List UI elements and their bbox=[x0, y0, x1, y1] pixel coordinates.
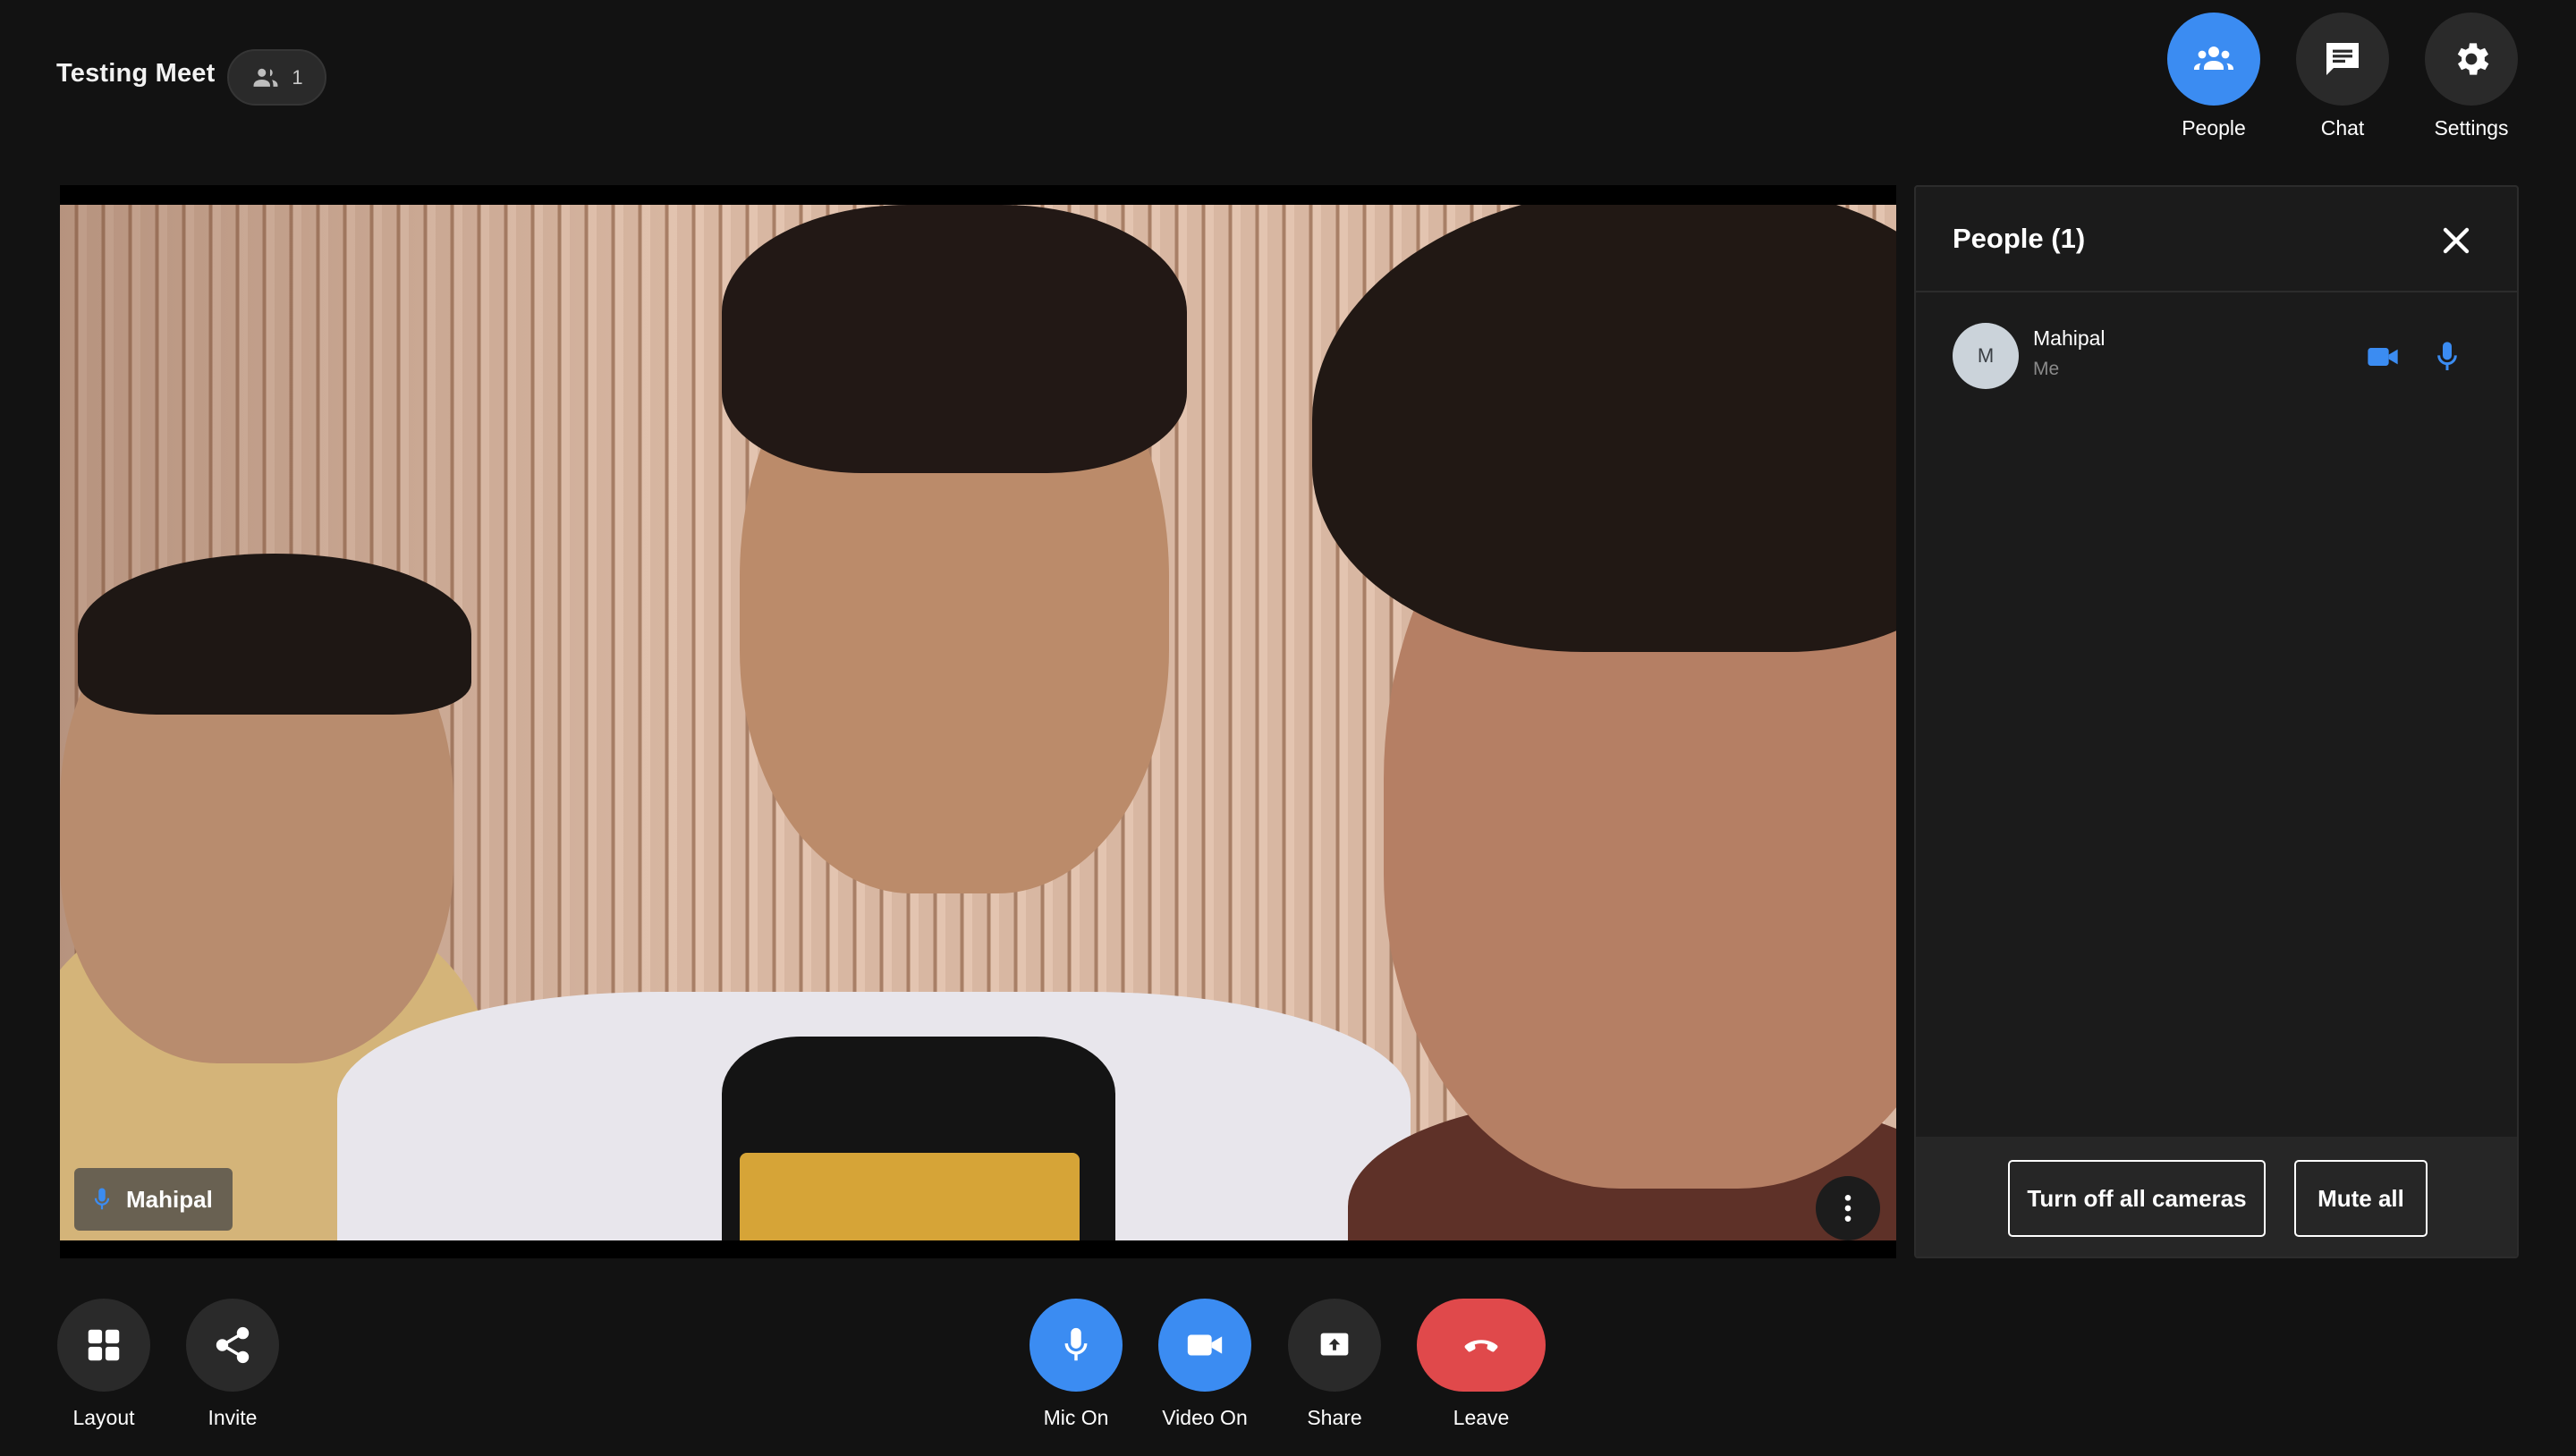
people-panel-header: People (1) bbox=[1916, 187, 2517, 292]
participant-count: 1 bbox=[292, 65, 303, 89]
participant-row: M Mahipal Me bbox=[1916, 312, 2517, 402]
grid-icon bbox=[88, 1329, 120, 1361]
mic-toggle-button[interactable] bbox=[1030, 1299, 1123, 1392]
settings-action[interactable]: Settings bbox=[2422, 13, 2521, 140]
meeting-app: Testing Meet 1 People Chat Settings Mahi… bbox=[0, 0, 2576, 1456]
video-camera-icon[interactable] bbox=[2365, 339, 2401, 375]
share-action[interactable]: Share bbox=[1263, 1299, 1406, 1430]
settings-label: Settings bbox=[2434, 116, 2509, 140]
video-label: Video On bbox=[1162, 1406, 1248, 1429]
leave-label: Leave bbox=[1453, 1406, 1510, 1429]
people-action[interactable]: People bbox=[2165, 13, 2263, 140]
microphone-icon bbox=[94, 1188, 110, 1210]
people-button[interactable] bbox=[2167, 13, 2260, 106]
meeting-title: Testing Meet bbox=[56, 59, 216, 88]
screen-share-icon bbox=[1320, 1333, 1349, 1356]
turn-off-all-cameras-button[interactable]: Turn off all cameras bbox=[2008, 1160, 2266, 1237]
gear-icon bbox=[2457, 43, 2489, 75]
video-more-button[interactable] bbox=[1816, 1176, 1880, 1240]
video-participant-name: Mahipal bbox=[126, 1185, 213, 1213]
leave-button[interactable] bbox=[1417, 1299, 1546, 1392]
people-icon bbox=[253, 68, 278, 87]
microphone-icon bbox=[1064, 1327, 1088, 1361]
video-name-tag: Mahipal bbox=[74, 1168, 233, 1231]
avatar: M bbox=[1953, 323, 2019, 389]
more-vertical-icon bbox=[1844, 1195, 1852, 1222]
people-panel: People (1) M Mahipal Me Turn off all cam… bbox=[1914, 185, 2519, 1258]
share-nodes-icon bbox=[216, 1326, 250, 1364]
close-icon[interactable] bbox=[2435, 219, 2478, 262]
people-panel-footer: Turn off all cameras Mute all bbox=[1916, 1137, 2517, 1257]
share-screen-button[interactable] bbox=[1288, 1299, 1381, 1392]
chat-action[interactable]: Chat bbox=[2293, 13, 2392, 140]
invite-button[interactable] bbox=[186, 1299, 279, 1392]
layout-button[interactable] bbox=[57, 1299, 150, 1392]
layout-label: Layout bbox=[72, 1406, 135, 1429]
people-label: People bbox=[2182, 116, 2246, 140]
chat-bubble-icon bbox=[2326, 43, 2359, 75]
share-label: Share bbox=[1307, 1406, 1362, 1429]
invite-action[interactable]: Invite bbox=[161, 1299, 304, 1430]
participant-video bbox=[60, 205, 1896, 1240]
leave-action[interactable]: Leave bbox=[1410, 1299, 1553, 1430]
invite-label: Invite bbox=[208, 1406, 258, 1429]
mic-label: Mic On bbox=[1043, 1406, 1109, 1429]
video-stage: Mahipal bbox=[60, 185, 1896, 1258]
people-panel-title: People (1) bbox=[1953, 223, 2086, 254]
chat-button[interactable] bbox=[2296, 13, 2389, 106]
participant-count-pill[interactable]: 1 bbox=[227, 49, 326, 106]
participant-subtitle: Me bbox=[2033, 359, 2060, 379]
video-toggle-button[interactable] bbox=[1158, 1299, 1251, 1392]
phone-hangup-icon bbox=[1464, 1340, 1498, 1352]
video-camera-icon bbox=[1187, 1334, 1223, 1356]
settings-button[interactable] bbox=[2425, 13, 2518, 106]
chat-label: Chat bbox=[2320, 116, 2365, 140]
participant-name: Mahipal bbox=[2033, 326, 2106, 350]
microphone-icon[interactable] bbox=[2429, 339, 2465, 375]
mic-action[interactable]: Mic On bbox=[1004, 1299, 1148, 1430]
video-action[interactable]: Video On bbox=[1133, 1299, 1276, 1430]
layout-action[interactable]: Layout bbox=[32, 1299, 175, 1430]
group-icon bbox=[2194, 47, 2233, 70]
mute-all-button[interactable]: Mute all bbox=[2294, 1160, 2428, 1237]
